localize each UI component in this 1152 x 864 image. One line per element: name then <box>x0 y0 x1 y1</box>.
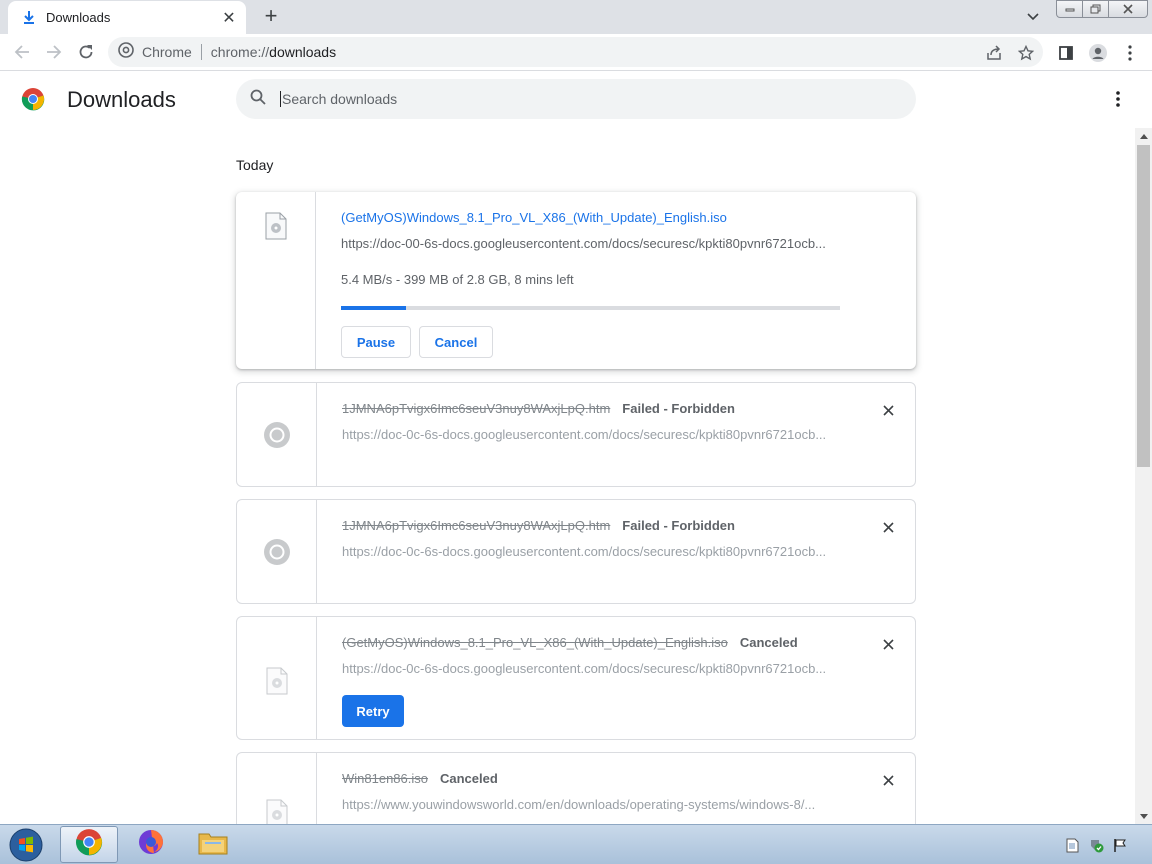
file-icon-column <box>237 500 317 603</box>
reload-icon[interactable] <box>74 40 98 64</box>
file-name: Win81en86.iso <box>342 771 428 786</box>
security-shield-icon[interactable] <box>1088 837 1104 853</box>
file-explorer-taskbar-button[interactable] <box>184 826 242 863</box>
downloads-header: Downloads Search downloads <box>0 72 1152 128</box>
file-explorer-icon <box>197 828 229 861</box>
chrome-icon <box>75 828 103 861</box>
file-name-link[interactable]: (GetMyOS)Windows_8.1_Pro_VL_X86_(With_Up… <box>341 210 727 225</box>
download-item: (GetMyOS)Windows_8.1_Pro_VL_X86_(With_Up… <box>236 616 916 740</box>
firefox-icon <box>137 828 165 861</box>
tab-downloads[interactable]: Downloads ✕ <box>8 1 246 34</box>
browser-menu-icon[interactable] <box>1120 43 1140 63</box>
chrome-site-icon <box>118 41 134 63</box>
download-progress-bar <box>341 306 840 310</box>
pause-button[interactable]: Pause <box>341 326 411 358</box>
tab-strip: Downloads ✕ + <box>0 0 1152 34</box>
restore-button[interactable] <box>1082 0 1110 18</box>
new-tab-button[interactable]: + <box>258 4 284 30</box>
download-item: (GetMyOS)Windows_8.1_Pro_VL_X86_(With_Up… <box>236 192 916 369</box>
remove-from-list-icon[interactable] <box>879 771 897 789</box>
windows-taskbar <box>0 824 1152 864</box>
address-bar[interactable]: Chrome chrome://downloads <box>108 37 1043 67</box>
omnibox-url: chrome://downloads <box>210 44 337 60</box>
file-icon-column <box>236 192 316 369</box>
tab-close-icon[interactable]: ✕ <box>220 8 238 28</box>
file-icon-column <box>237 617 317 739</box>
source-url-link[interactable]: https://doc-00-6s-docs.googleusercontent… <box>341 236 839 251</box>
file-name: 1JMNA6pTvigx6Imc6seuV3nuy8WAxjLpQ.htm <box>342 401 611 416</box>
download-status: Failed - Forbidden <box>622 401 735 416</box>
back-arrow-icon[interactable] <box>10 40 34 64</box>
source-url-link[interactable]: https://doc-0c-6s-docs.googleusercontent… <box>342 661 840 676</box>
close-window-button[interactable] <box>1108 0 1148 18</box>
chrome-logo-icon <box>21 87 45 111</box>
source-url-link[interactable]: https://www.youwindowsworld.com/en/downl… <box>342 797 840 812</box>
scroll-down-arrow-icon[interactable] <box>1135 808 1152 824</box>
iso-file-icon <box>262 212 290 240</box>
tab-title: Downloads <box>46 10 111 25</box>
remove-from-list-icon[interactable] <box>879 635 897 653</box>
browser-toolbar: Chrome chrome://downloads <box>0 34 1152 71</box>
remove-from-list-icon[interactable] <box>879 401 897 419</box>
download-item: Win81en86.iso Canceled https://www.youwi… <box>236 752 916 824</box>
share-icon[interactable] <box>984 43 1004 63</box>
progress-status-text: 5.4 MB/s - 399 MB of 2.8 GB, 8 mins left <box>341 272 574 287</box>
chrome-taskbar-button[interactable] <box>60 826 118 863</box>
forward-arrow-icon[interactable] <box>42 40 66 64</box>
search-downloads-field[interactable]: Search downloads <box>236 79 916 119</box>
scroll-thumb[interactable] <box>1137 145 1150 467</box>
tab-search-chevron-icon[interactable] <box>1022 6 1044 28</box>
download-item: 1JMNA6pTvigx6Imc6seuV3nuy8WAxjLpQ.htm Fa… <box>236 499 916 604</box>
date-section-label: Today <box>236 157 274 173</box>
remove-from-list-icon[interactable] <box>879 518 897 536</box>
document-icon[interactable] <box>1064 837 1080 853</box>
start-orb-icon[interactable] <box>4 827 48 863</box>
firefox-taskbar-button[interactable] <box>122 826 180 863</box>
source-url-link[interactable]: https://doc-0c-6s-docs.googleusercontent… <box>342 544 840 559</box>
action-center-flag-icon[interactable] <box>1112 837 1128 853</box>
retry-button[interactable]: Retry <box>342 695 404 727</box>
file-name: 1JMNA6pTvigx6Imc6seuV3nuy8WAxjLpQ.htm <box>342 518 611 533</box>
omnibox-divider <box>200 44 202 60</box>
iso-file-icon <box>263 667 291 695</box>
progress-fill <box>341 306 406 310</box>
download-item: 1JMNA6pTvigx6Imc6seuV3nuy8WAxjLpQ.htm Fa… <box>236 382 916 487</box>
bookmark-star-icon[interactable] <box>1016 43 1036 63</box>
iso-file-icon <box>263 799 291 824</box>
page-scrollbar[interactable] <box>1135 128 1152 824</box>
download-status: Canceled <box>440 771 498 786</box>
search-icon <box>250 89 266 110</box>
page-title: Downloads <box>67 87 176 112</box>
side-panel-icon[interactable] <box>1056 43 1076 63</box>
profile-avatar-icon[interactable] <box>1088 43 1108 63</box>
failed-file-icon <box>263 538 291 566</box>
download-status: Canceled <box>739 635 798 650</box>
omnibox-site-label: Chrome <box>142 44 192 60</box>
file-icon-column <box>237 383 317 486</box>
cancel-button[interactable]: Cancel <box>419 326 493 358</box>
scroll-up-arrow-icon[interactable] <box>1135 128 1152 144</box>
download-icon <box>22 11 36 25</box>
source-url-link[interactable]: https://doc-0c-6s-docs.googleusercontent… <box>342 427 840 442</box>
file-icon-column <box>237 753 317 824</box>
search-input[interactable]: Search downloads <box>280 91 397 107</box>
download-status: Failed - Forbidden <box>622 518 735 533</box>
more-actions-icon[interactable] <box>1108 89 1128 109</box>
failed-file-icon <box>263 421 291 449</box>
minimize-button[interactable] <box>1056 0 1084 18</box>
file-name: (GetMyOS)Windows_8.1_Pro_VL_X86_(With_Up… <box>342 635 728 650</box>
